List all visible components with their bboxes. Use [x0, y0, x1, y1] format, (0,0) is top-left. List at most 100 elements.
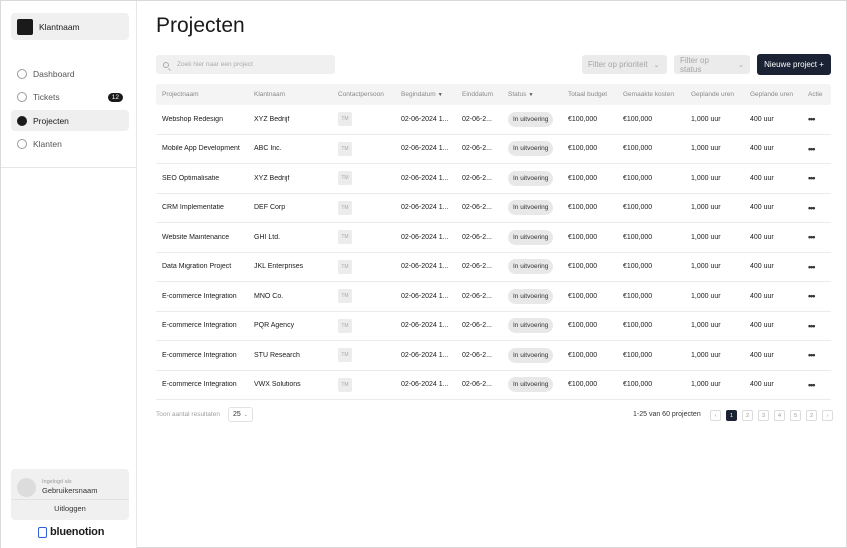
- more-actions-icon[interactable]: •••: [808, 144, 816, 154]
- table-row[interactable]: Webshop Redesign XYZ Bedrijf TM 02-06-2024 …: [156, 105, 831, 135]
- status-badge: In uitvoering: [508, 318, 554, 334]
- cell-end-date: 02-06-2...: [462, 115, 492, 123]
- page-button-2[interactable]: 2: [742, 410, 753, 421]
- user-info[interactable]: Ingelogd als Gebruikersnaam: [11, 469, 129, 500]
- cell-planned-hours-2: 400 uur: [750, 174, 774, 182]
- table-row[interactable]: E-commerce Integration PQR Agency TM 02-06-…: [156, 312, 831, 341]
- column-header-klantnaam[interactable]: Klantnaam: [248, 91, 332, 98]
- status-badge: In uitvoering: [508, 377, 554, 393]
- circle-icon: [17, 139, 27, 149]
- cell-project-name: E-commerce Integration: [162, 381, 237, 389]
- column-header-geplande-uren-2[interactable]: Geplande uren: [744, 91, 802, 98]
- cell-total-budget: €100,000: [568, 204, 598, 212]
- cell-client-name: DEF Corp: [254, 204, 286, 212]
- sidebar-item-label: Dashboard: [33, 68, 75, 79]
- more-actions-icon[interactable]: •••: [808, 173, 816, 183]
- cell-total-budget: €100,000: [568, 292, 598, 300]
- cell-project-name: Webshop Redesign: [162, 115, 223, 123]
- more-actions-icon[interactable]: •••: [808, 350, 816, 360]
- page-button-4[interactable]: 4: [774, 410, 785, 421]
- cell-planned-hours-2: 400 uur: [750, 381, 774, 389]
- circle-icon: [17, 68, 27, 79]
- page-button-5[interactable]: 5: [790, 410, 801, 421]
- filter-priority-dropdown[interactable]: Filter op prioriteit ⌄: [582, 55, 667, 74]
- sidebar-item-label: Projecten: [33, 115, 69, 126]
- sidebar-item-projecten[interactable]: Projecten: [11, 110, 129, 131]
- cell-action: •••: [802, 262, 831, 272]
- contact-avatar: TM: [338, 171, 352, 186]
- page-size-select[interactable]: 25 ⌄: [227, 407, 253, 422]
- new-project-button[interactable]: Nieuwe project +: [757, 54, 831, 75]
- cell-client-name: ABC Inc.: [254, 145, 282, 153]
- search-box[interactable]: [156, 55, 335, 74]
- logout-button[interactable]: Uitloggen: [11, 500, 129, 518]
- client-switcher[interactable]: Klantnaam: [11, 13, 129, 40]
- user-panel: Ingelogd als Gebruikersnaam Uitloggen: [11, 469, 129, 520]
- cell-client-name: XYZ Bedrijf: [254, 174, 290, 182]
- column-header-contactpersoon[interactable]: Contactpersoon: [332, 91, 395, 98]
- filter-status-dropdown[interactable]: Filter op status ⌄: [674, 55, 750, 74]
- pagination-range: 1-25 van 60 projecten: [633, 411, 701, 418]
- next-page-button[interactable]: ›: [822, 410, 833, 421]
- cell-planned-hours-2: 400 uur: [750, 322, 774, 330]
- more-actions-icon[interactable]: •••: [808, 114, 816, 124]
- status-badge: In uitvoering: [508, 170, 554, 186]
- cell-project-name: CRM Implementatie: [162, 204, 224, 212]
- more-actions-icon[interactable]: •••: [808, 203, 816, 213]
- cell-status: In uitvoering: [502, 170, 562, 186]
- more-actions-icon[interactable]: •••: [808, 291, 816, 301]
- sidebar-item-klanten[interactable]: Klanten: [11, 134, 129, 155]
- cell-client-name: STU Research: [254, 351, 300, 359]
- table-row[interactable]: CRM Implementatie DEF Corp TM 02-06-2024 1.…: [156, 194, 831, 223]
- table-row[interactable]: E-commerce Integration VWX Solutions TM 02-…: [156, 371, 831, 400]
- table-row[interactable]: Mobile App Development ABC Inc. TM 02-06-20…: [156, 135, 831, 164]
- page-button-3[interactable]: 3: [758, 410, 769, 421]
- cell-project-name: E-commerce Integration: [162, 322, 237, 330]
- more-actions-icon[interactable]: •••: [808, 232, 816, 242]
- bluenotion-logo-icon: [38, 526, 47, 538]
- table-row[interactable]: Website Maintenance GHI Ltd. TM 02-06-2024 …: [156, 223, 831, 253]
- cell-contact-initials: TM: [332, 112, 395, 127]
- sidebar-item-tickets[interactable]: Tickets 12: [11, 87, 129, 108]
- column-header-totaal-budget[interactable]: Totaal budget: [562, 91, 617, 98]
- column-header-projectnaam[interactable]: Projectnaam: [156, 91, 248, 98]
- table-row[interactable]: E-commerce Integration MNO Co. TM 02-06-202…: [156, 282, 831, 312]
- cell-status: In uitvoering: [502, 200, 562, 216]
- cell-action: •••: [802, 350, 831, 360]
- column-header-gemaakte-kosten[interactable]: Gemaakte kosten: [617, 91, 685, 98]
- table-row[interactable]: SEO Optimalisatie XYZ Bedrijf TM 02-06-2024…: [156, 164, 831, 194]
- more-actions-icon[interactable]: •••: [808, 262, 816, 272]
- cell-total-budget: €100,000: [568, 174, 598, 182]
- cell-end-date: 02-06-2...: [462, 263, 492, 271]
- contact-avatar: TM: [338, 289, 352, 304]
- cell-costs-made: €100,000: [623, 115, 653, 123]
- page-button-6[interactable]: 2: [806, 410, 817, 421]
- cell-contact-initials: TM: [332, 141, 395, 156]
- column-header-status[interactable]: Status ▼: [502, 91, 562, 98]
- table-row[interactable]: Data Migration Project JKL Enterprises TM 0…: [156, 253, 831, 282]
- column-header-begindatum[interactable]: Begindatum ▼: [395, 91, 456, 98]
- table-row[interactable]: E-commerce Integration STU Research TM 02-0…: [156, 341, 831, 371]
- prev-page-button[interactable]: ‹: [710, 410, 721, 421]
- cell-client-name: GHI Ltd.: [254, 233, 281, 241]
- cell-project-name: Website Maintenance: [162, 233, 230, 241]
- cell-contact-initials: TM: [332, 171, 395, 186]
- cell-action: •••: [802, 291, 831, 301]
- cell-planned-hours-2: 400 uur: [750, 115, 774, 123]
- search-input[interactable]: [177, 61, 327, 68]
- chevron-down-icon: ⌄: [738, 61, 744, 69]
- cell-contact-initials: TM: [332, 377, 395, 392]
- more-actions-icon[interactable]: •••: [808, 321, 816, 331]
- cell-status: In uitvoering: [502, 318, 562, 334]
- page-button-1[interactable]: 1: [726, 410, 737, 421]
- cell-start-date: 02-06-2024 1...: [401, 351, 449, 359]
- more-actions-icon[interactable]: •••: [808, 380, 816, 390]
- circle-icon: [17, 115, 27, 126]
- cell-costs-made: €100,000: [623, 204, 653, 212]
- sidebar-item-dashboard[interactable]: Dashboard: [11, 63, 129, 84]
- column-header-einddatum[interactable]: Einddatum: [456, 91, 502, 98]
- cell-client-name: PQR Agency: [254, 322, 295, 330]
- cell-planned-hours-2: 400 uur: [750, 351, 774, 359]
- cell-planned-hours: 1,000 uur: [691, 263, 721, 271]
- column-header-geplande-uren[interactable]: Geplande uren: [685, 91, 744, 98]
